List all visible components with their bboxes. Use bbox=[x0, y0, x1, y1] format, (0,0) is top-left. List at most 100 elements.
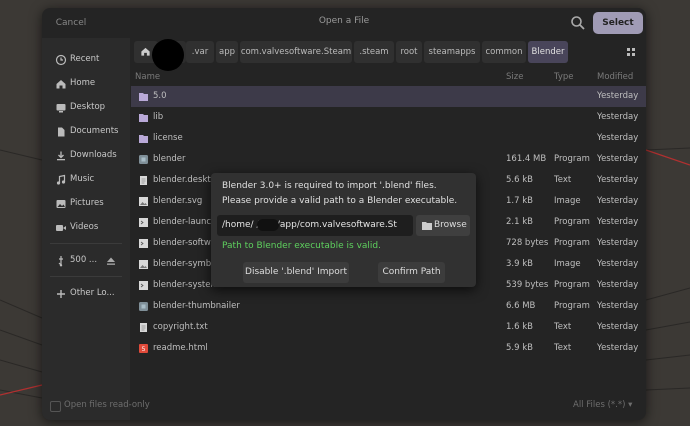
sidebar-item-label: Pictures bbox=[70, 198, 104, 208]
image-file-icon bbox=[139, 260, 148, 269]
select-button[interactable]: Select bbox=[593, 12, 643, 34]
script-icon bbox=[139, 218, 148, 227]
file-size: 2.1 kB bbox=[506, 217, 533, 227]
folder-icon bbox=[139, 93, 148, 101]
file-modified: Yesterday bbox=[597, 301, 639, 311]
plus-icon bbox=[57, 290, 65, 298]
browse-label: Browse bbox=[434, 220, 467, 230]
script-icon bbox=[139, 239, 148, 248]
sidebar-item-label: Other Lo... bbox=[70, 288, 115, 298]
column-header-modified[interactable]: Modified bbox=[597, 72, 633, 82]
file-modified: Yesterday bbox=[597, 280, 639, 290]
column-header-name[interactable]: Name bbox=[135, 72, 160, 82]
folder-icon bbox=[139, 135, 148, 143]
confirm-path-button[interactable]: Confirm Path bbox=[378, 262, 445, 283]
file-size: 1.6 kB bbox=[506, 322, 533, 332]
breadcrumb-item[interactable]: root bbox=[396, 41, 422, 63]
breadcrumb-item[interactable]: steamapps bbox=[424, 41, 480, 63]
file-size: 1.7 kB bbox=[506, 196, 533, 206]
sidebar-item-videos[interactable]: Videos bbox=[42, 218, 130, 238]
file-modified: Yesterday bbox=[597, 217, 639, 227]
column-header-size[interactable]: Size bbox=[506, 72, 523, 82]
sidebar-item-label: Documents bbox=[70, 126, 119, 136]
file-modified: Yesterday bbox=[597, 91, 639, 101]
popup-message-line2: Please provide a valid path to a Blender… bbox=[222, 196, 458, 206]
file-type: Text bbox=[554, 175, 572, 185]
download-icon bbox=[57, 151, 65, 161]
script-icon bbox=[139, 281, 148, 290]
breadcrumb-item[interactable]: com.valvesoftware.Steam bbox=[240, 41, 352, 63]
blender-path-input[interactable]: /home/ /.var/app/com.valvesoftware.St bbox=[217, 215, 413, 236]
file-row[interactable]: 5 readme.html 5.9 kB Text Yesterday bbox=[131, 338, 646, 359]
sidebar-item-label: Videos bbox=[70, 222, 99, 232]
breadcrumb-item[interactable]: common bbox=[482, 41, 526, 63]
text-file-icon bbox=[140, 323, 147, 332]
file-type: Program bbox=[554, 217, 590, 227]
validation-message: Path to Blender executable is valid. bbox=[222, 241, 381, 251]
document-icon bbox=[58, 127, 65, 137]
sidebar-item-drive[interactable]: 500 ... bbox=[42, 251, 130, 271]
file-name: license bbox=[153, 133, 183, 143]
file-name: lib bbox=[153, 112, 164, 122]
folder-icon bbox=[422, 222, 432, 230]
file-type: Program bbox=[554, 154, 590, 164]
sidebar-item-other-locations[interactable]: Other Lo... bbox=[42, 284, 130, 304]
file-type-filter[interactable]: All Files (*.*) ▾ bbox=[573, 400, 637, 410]
file-modified: Yesterday bbox=[597, 112, 639, 122]
browse-button[interactable]: Browse bbox=[416, 215, 470, 236]
image-icon bbox=[56, 200, 66, 208]
sidebar-item-label: 500 ... bbox=[70, 255, 98, 265]
checkbox-box[interactable] bbox=[50, 401, 61, 412]
file-row[interactable]: copyright.txt 1.6 kB Text Yesterday bbox=[131, 317, 646, 338]
folder-icon bbox=[139, 114, 148, 122]
file-name: 5.0 bbox=[153, 91, 167, 101]
file-modified: Yesterday bbox=[597, 175, 639, 185]
video-icon bbox=[56, 225, 66, 231]
path-input-value: /home/ /.var/app/com.valvesoftware.St bbox=[222, 220, 397, 230]
sidebar-item-label: Home bbox=[70, 78, 96, 88]
sidebar-item-desktop[interactable]: Desktop bbox=[42, 98, 130, 118]
eject-icon[interactable] bbox=[106, 256, 116, 266]
breadcrumb-item-current[interactable]: Blender bbox=[528, 41, 568, 63]
file-row[interactable]: blender-thumbnailer 6.6 MB Program Yesterda… bbox=[131, 296, 646, 317]
dialog-title: Open a File bbox=[318, 16, 370, 26]
disable-blend-import-button[interactable]: Disable '.blend' Import bbox=[243, 262, 349, 283]
redacted-username bbox=[257, 219, 279, 231]
file-modified: Yesterday bbox=[597, 196, 639, 206]
file-size: 5.9 kB bbox=[506, 343, 533, 353]
sidebar-item-pictures[interactable]: Pictures bbox=[42, 194, 130, 214]
breadcrumb-item[interactable]: app bbox=[216, 41, 238, 63]
file-row[interactable]: 5.0 Yesterday bbox=[131, 86, 646, 107]
sidebar: Recent Home Desktop Documents Downloads … bbox=[42, 38, 130, 420]
file-row[interactable]: lib Yesterday bbox=[131, 107, 646, 128]
sidebar-item-downloads[interactable]: Downloads bbox=[42, 146, 130, 166]
file-name: readme.html bbox=[153, 343, 208, 353]
file-name: blender-thumbnailer bbox=[153, 301, 240, 311]
file-size: 3.9 kB bbox=[506, 259, 533, 269]
sidebar-item-documents[interactable]: Documents bbox=[42, 122, 130, 142]
sidebar-item-music[interactable]: Music bbox=[42, 170, 130, 190]
file-size: 5.6 kB bbox=[506, 175, 533, 185]
file-modified: Yesterday bbox=[597, 154, 639, 164]
file-type: Image bbox=[554, 259, 581, 269]
dialog-header: Cancel Open a File Select bbox=[42, 8, 646, 38]
file-type: Image bbox=[554, 196, 581, 206]
read-only-checkbox[interactable]: Open files read-only bbox=[50, 400, 170, 414]
sidebar-divider bbox=[50, 276, 122, 277]
column-header-type[interactable]: Type bbox=[554, 72, 574, 82]
file-row[interactable]: blender 161.4 MB Program Yesterday bbox=[131, 149, 646, 170]
grid-view-icon[interactable] bbox=[627, 48, 635, 56]
sidebar-item-home[interactable]: Home bbox=[42, 74, 130, 94]
file-modified: Yesterday bbox=[597, 133, 639, 143]
music-icon bbox=[56, 174, 66, 185]
clock-icon bbox=[55, 54, 67, 66]
file-type: Text bbox=[554, 343, 572, 353]
file-modified: Yesterday bbox=[597, 343, 639, 353]
search-icon[interactable] bbox=[570, 15, 586, 31]
file-row[interactable]: license Yesterday bbox=[131, 128, 646, 149]
breadcrumb-item[interactable]: .var bbox=[186, 41, 214, 63]
sidebar-item-recent[interactable]: Recent bbox=[42, 50, 130, 70]
breadcrumb-item[interactable]: .steam bbox=[354, 41, 394, 63]
file-modified: Yesterday bbox=[597, 322, 639, 332]
sidebar-item-label: Downloads bbox=[70, 150, 117, 160]
